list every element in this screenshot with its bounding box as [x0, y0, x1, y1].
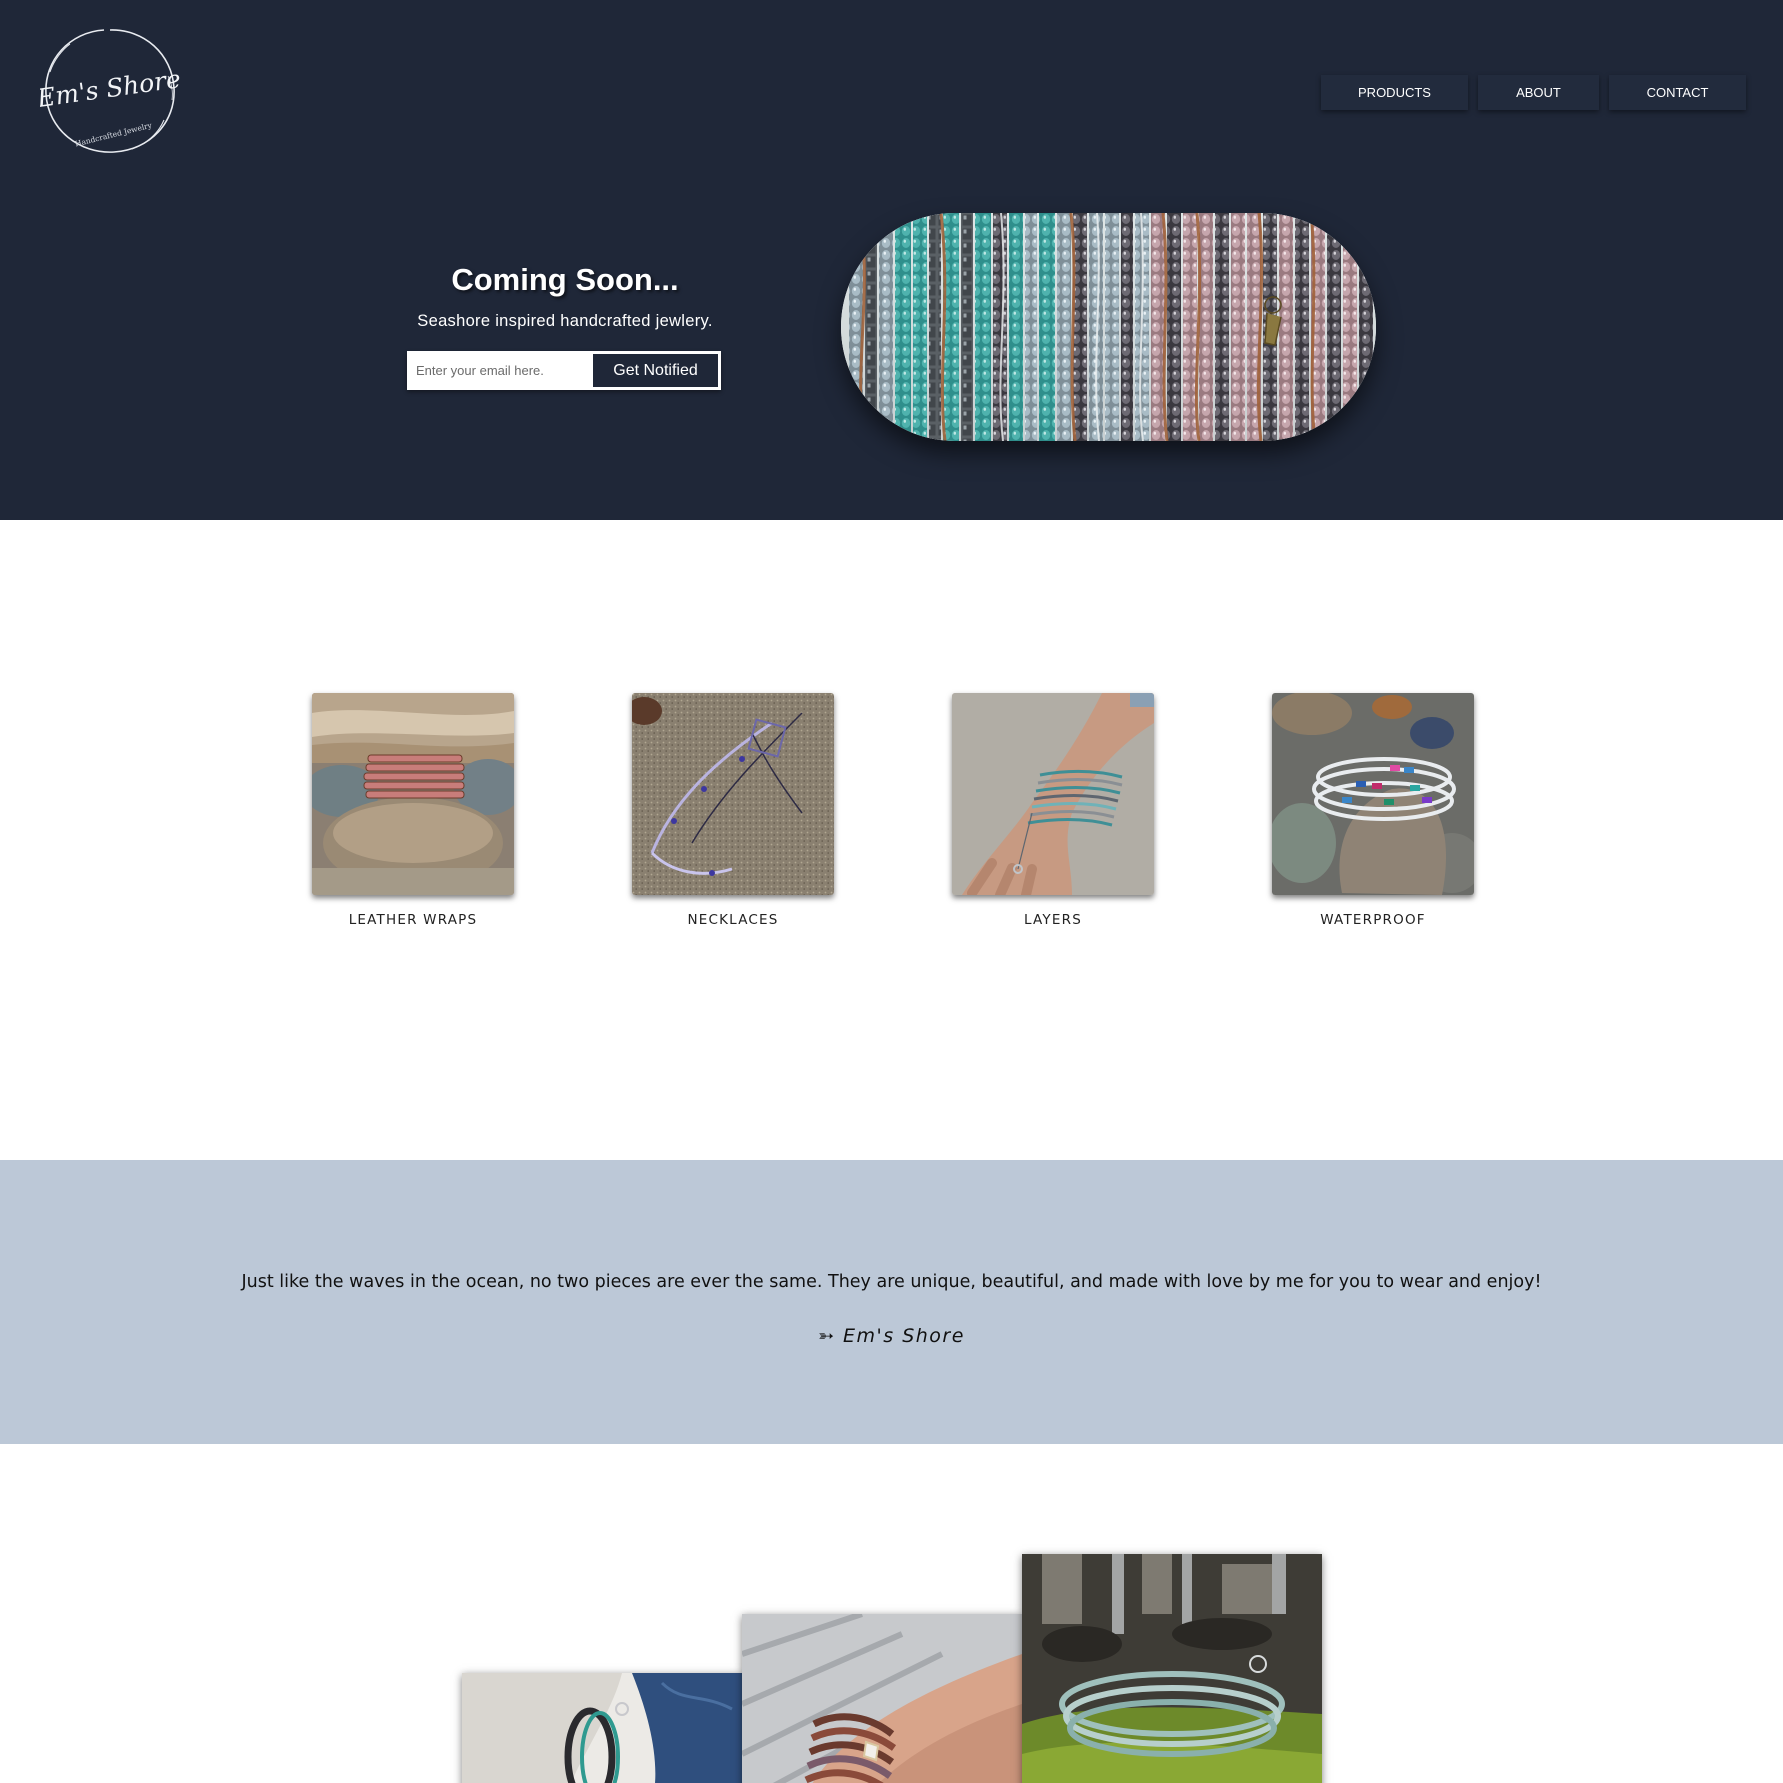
quote-signature: ➳ Em's Shore [0, 1325, 1783, 1347]
quote-section: Just like the waves in the ocean, no two… [0, 1160, 1783, 1444]
waterproof-image[interactable] [1272, 693, 1474, 895]
bracelet-stack-illustration [841, 213, 1376, 441]
category-necklaces[interactable]: NECKLACES [632, 693, 834, 928]
hero-text-block: Coming Soon... Seashore inspired handcra… [407, 262, 723, 331]
brand-logo[interactable]: Em's Shore Handcrafted Jewelry [34, 26, 182, 158]
category-leather-wraps[interactable]: LEATHER WRAPS [312, 693, 514, 928]
get-notified-button[interactable]: Get Notified [593, 354, 718, 387]
email-signup-form: Get Notified [407, 351, 721, 390]
category-label: NECKLACES [687, 912, 779, 928]
necklaces-image[interactable] [632, 693, 834, 895]
email-input[interactable] [407, 352, 593, 389]
category-label: LAYERS [1024, 912, 1082, 928]
hero-subtitle: Seashore inspired handcrafted jewlery. [417, 312, 713, 330]
categories-section: LEATHER WRAPS NECKLACES LAYERS WATERPROO… [0, 520, 1783, 1160]
arrow-icon: ➳ [818, 1325, 836, 1347]
nav-about-button[interactable]: ABOUT [1478, 75, 1599, 110]
logo-wordmark: Em's Shore [40, 64, 180, 113]
nav-contact-button[interactable]: CONTACT [1609, 75, 1746, 110]
leather-wraps-image[interactable] [312, 693, 514, 895]
hero-title: Coming Soon... [451, 262, 679, 297]
gallery-image-denim[interactable] [462, 1673, 742, 1783]
category-layers[interactable]: LAYERS [952, 693, 1154, 928]
category-label: WATERPROOF [1320, 912, 1426, 928]
layers-image[interactable] [952, 693, 1154, 895]
category-waterproof[interactable]: WATERPROOF [1272, 693, 1474, 928]
gallery-image-moss[interactable] [1022, 1554, 1322, 1783]
signature-text: Em's Shore [843, 1325, 965, 1347]
hero-section: Em's Shore Handcrafted Jewelry PRODUCTS … [0, 0, 1783, 520]
category-label: LEATHER WRAPS [348, 912, 478, 928]
hero-bracelets-image [841, 213, 1376, 441]
gallery-image-wrist[interactable] [742, 1614, 1022, 1783]
gallery-section [0, 1444, 1783, 1783]
main-nav: PRODUCTS ABOUT CONTACT [1321, 75, 1746, 110]
quote-text: Just like the waves in the ocean, no two… [241, 1272, 1542, 1292]
logo-emblem: Em's Shore Handcrafted Jewelry [34, 29, 182, 153]
nav-products-button[interactable]: PRODUCTS [1321, 75, 1468, 110]
